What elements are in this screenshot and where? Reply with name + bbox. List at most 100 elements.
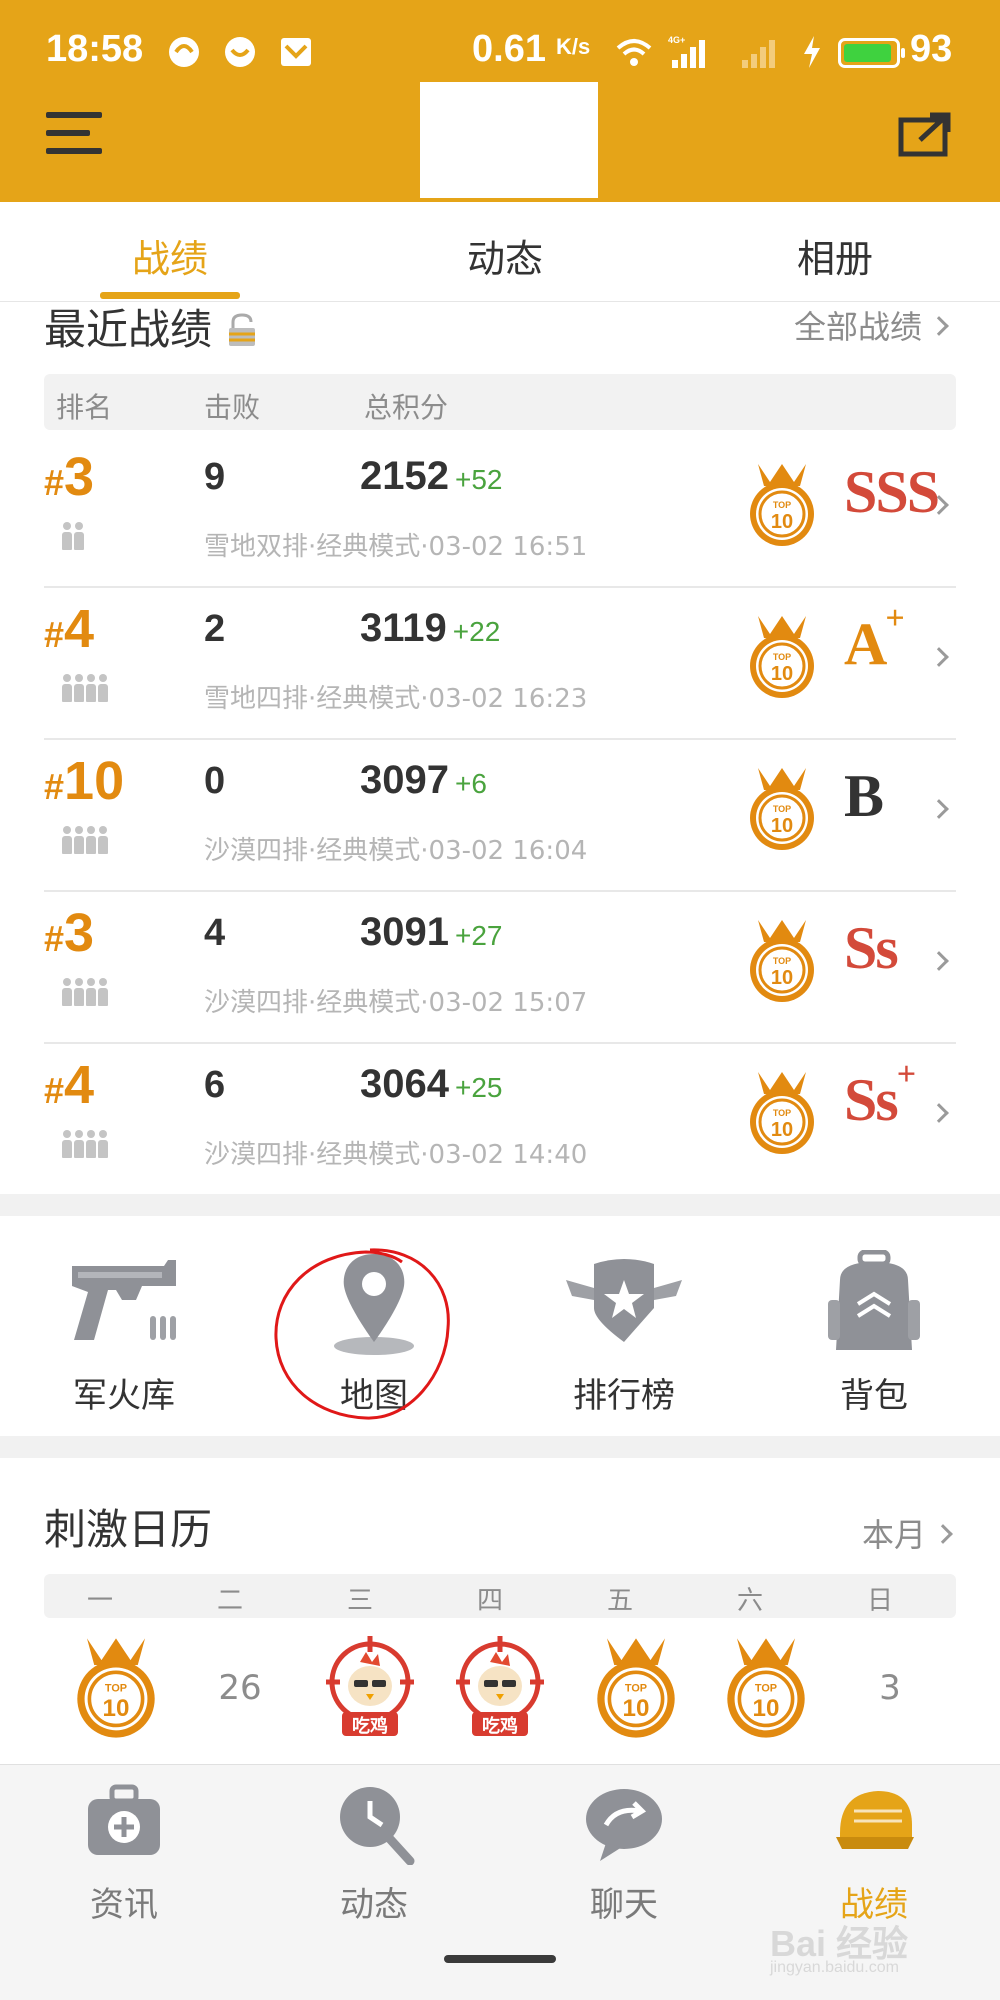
net-speed: 0.61	[472, 28, 546, 70]
recent-title: 最近战绩	[44, 296, 259, 357]
tab-album[interactable]: 相册	[735, 228, 935, 283]
status-time: 18:58	[46, 28, 144, 70]
team-size-icons	[62, 978, 110, 1008]
menu-icon[interactable]	[46, 112, 102, 158]
record-meta: 沙漠四排·经典模式·03-02 16:04	[204, 836, 588, 866]
record-meta: 沙漠四排·经典模式·03-02 14:40	[204, 1140, 588, 1170]
player-icon	[62, 826, 72, 854]
top10-medal-icon: TOP 10	[750, 768, 814, 850]
record-kills: 2	[204, 608, 226, 650]
top10-medal-icon: TOP 10	[597, 1638, 675, 1738]
player-icon	[74, 1130, 84, 1158]
nav-activity-label: 动态	[340, 1885, 408, 1925]
charging-icon	[804, 36, 820, 68]
record-grade-text: B	[844, 763, 884, 829]
calendar-month-link[interactable]: 本月	[862, 1510, 953, 1556]
svg-text:TOP: TOP	[105, 1683, 127, 1695]
team-size-icons	[62, 674, 110, 704]
notification-app-icon	[169, 37, 199, 67]
battery-fill	[844, 44, 891, 62]
signal-icon: 4G+	[668, 35, 705, 68]
record-score: 3097 +6	[360, 758, 487, 803]
top10-medal-icon: TOP 10	[77, 1638, 155, 1738]
team-size-icons	[62, 522, 86, 552]
svg-text:TOP: TOP	[773, 1108, 791, 1118]
calendar-date: 26	[218, 1668, 262, 1708]
battery-text: 93	[910, 28, 953, 70]
player-icon	[62, 522, 72, 550]
highlight-circle-annotation	[274, 1248, 450, 1420]
svg-text:TOP: TOP	[755, 1683, 777, 1695]
calendar-month-label: 本月	[862, 1516, 927, 1554]
svg-text:10: 10	[103, 1695, 130, 1722]
svg-text:TOP: TOP	[773, 956, 791, 966]
signal-2-icon	[742, 40, 775, 68]
home-indicator[interactable]	[444, 1955, 556, 1963]
player-icon	[74, 978, 84, 1006]
record-kills: 9	[204, 456, 226, 498]
team-size-icons	[62, 1130, 110, 1160]
weekday-label: 四	[476, 1586, 503, 1616]
record-grade: Ss	[844, 914, 899, 983]
calendar-day[interactable]: TOP 10	[60, 1636, 160, 1746]
chevron-right-icon	[929, 1103, 949, 1123]
top10-medal-icon: TOP 10	[750, 1072, 814, 1154]
tab-record[interactable]: 战绩	[70, 228, 270, 283]
calendar-day[interactable]: TOP 10	[710, 1636, 810, 1746]
player-icon	[98, 674, 108, 702]
record-row[interactable]: #3 4 3091 +27 沙漠四排·经典模式·03-02 15:07 TOP 1…	[44, 892, 956, 1044]
team-size-icons	[62, 826, 110, 856]
player-icon	[86, 978, 96, 1006]
chicken-dinner-label: 吃鸡	[482, 1716, 518, 1737]
calendar-title: 刺激日历	[44, 1505, 213, 1554]
bottom-navigation: 资讯 动态 聊天 战绩 Bai 经验 jingyan.baidu.com	[0, 1764, 1000, 2000]
svg-text:10: 10	[771, 967, 793, 989]
record-row[interactable]: #4 2 3119 +22 雪地四排·经典模式·03-02 16:23 TOP 1…	[44, 588, 956, 740]
record-score: 2152 +52	[360, 454, 502, 499]
record-score-value: 3091	[360, 910, 449, 954]
pan-icon	[340, 1787, 415, 1865]
record-row[interactable]: #10 0 3097 +6 沙漠四排·经典模式·03-02 16:04 TOP 1…	[44, 740, 956, 892]
calendar-day[interactable]: 吃鸡	[320, 1636, 420, 1746]
feature-leaderboard[interactable]: 排行榜	[514, 1250, 734, 1420]
tab-activity[interactable]: 动态	[405, 228, 605, 283]
feature-backpack[interactable]: 背包	[764, 1250, 984, 1420]
calendar-day[interactable]: 26	[190, 1636, 290, 1746]
svg-text:TOP: TOP	[773, 652, 791, 662]
weekday-label: 三	[346, 1586, 373, 1616]
record-row[interactable]: #4 6 3064 +25 沙漠四排·经典模式·03-02 14:40 TOP 1…	[44, 1044, 956, 1196]
calendar-weekday-header: 一二三四五六日	[44, 1574, 956, 1618]
player-icon	[98, 826, 108, 854]
record-grade-plus: +	[896, 1056, 916, 1093]
record-grade-text: A	[844, 611, 887, 677]
calendar-day[interactable]: TOP 10	[580, 1636, 680, 1746]
record-grade: B	[844, 762, 884, 831]
record-score-delta: +6	[454, 768, 487, 799]
share-icon[interactable]	[898, 112, 952, 158]
gun-icon	[72, 1260, 176, 1340]
shield-star-icon	[566, 1259, 682, 1342]
calendar-day[interactable]: 3	[840, 1636, 940, 1746]
feature-backpack-label: 背包	[840, 1376, 908, 1416]
section-divider-2	[0, 1436, 1000, 1458]
records-table-header: 排名 击败 总积分	[44, 374, 956, 430]
all-records-link[interactable]: 全部战绩	[794, 302, 949, 348]
col-score: 总积分	[364, 391, 449, 424]
record-row[interactable]: #3 9 2152 +52 雪地双排·经典模式·03-02 16:51 TOP 1…	[44, 436, 956, 588]
record-score-value: 3097	[360, 758, 449, 802]
record-score-value: 2152	[360, 454, 449, 498]
record-rank: #4	[44, 599, 95, 659]
weekday-label: 一	[86, 1586, 113, 1616]
record-grade-text: SSS	[844, 459, 940, 525]
record-score: 3119 +22	[360, 606, 500, 651]
player-icon	[62, 674, 72, 702]
player-icon	[74, 826, 84, 854]
record-score-delta: +52	[454, 464, 503, 495]
calendar-day[interactable]: 吃鸡	[450, 1636, 550, 1746]
nav-chat-label: 聊天	[590, 1885, 658, 1925]
chevron-right-icon	[929, 316, 949, 336]
player-icon	[86, 826, 96, 854]
svg-text:10: 10	[771, 511, 793, 533]
record-kills: 0	[204, 760, 226, 802]
feature-armory[interactable]: 军火库	[14, 1250, 234, 1420]
